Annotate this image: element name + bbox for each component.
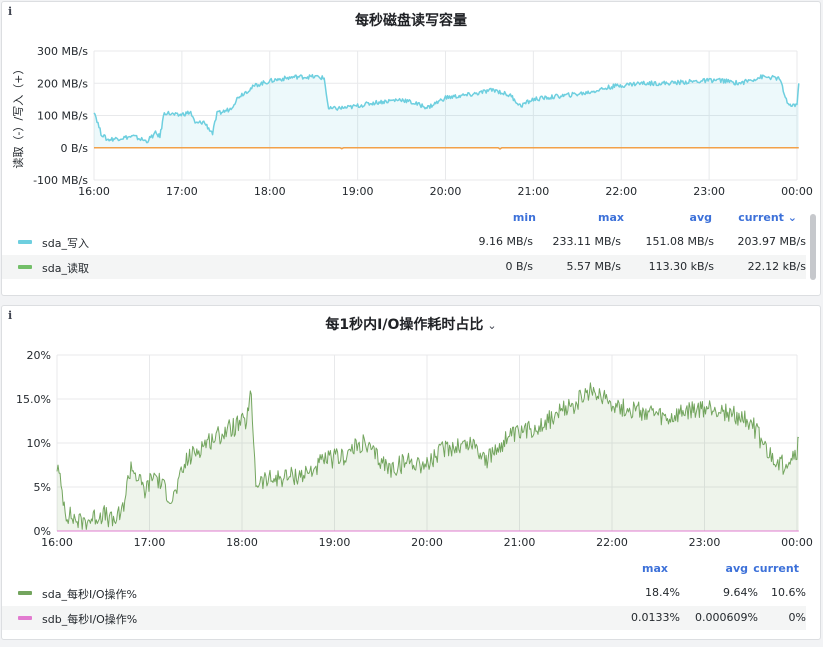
x-tick-label: 21:00 <box>518 185 550 198</box>
legend-header-min[interactable]: min <box>492 211 536 224</box>
disk-throughput-panel: i 每秒磁盘读写容量 300 MB/s 200 MB/s 100 MB/s 0 B/s… <box>1 1 821 296</box>
legend-row[interactable]: sda_写入 9.16 MB/s 233.11 MB/s 151.08 MB/s… <box>2 230 806 254</box>
legend-scrollbar[interactable] <box>810 214 816 280</box>
legend-swatch <box>18 616 32 620</box>
legend-avg: 113.30 kB/s <box>648 260 714 273</box>
x-tick-label: 19:00 <box>319 536 351 549</box>
legend-header-max[interactable]: max <box>562 211 624 224</box>
x-tick-label: 19:00 <box>342 185 374 198</box>
legend-avg: 0.000609% <box>695 611 758 624</box>
legend-avg: 151.08 MB/s <box>645 235 714 248</box>
legend-max: 0.0133% <box>631 611 680 624</box>
legend-series-name[interactable]: sda_写入 <box>42 235 89 251</box>
io-percent-chart[interactable]: 20%15.0%10%5%0%16:00 17:00 18:00 19:00 20:00… <box>2 306 821 556</box>
x-tick-label: 18:00 <box>226 536 258 549</box>
y-tick-label: 200 MB/s <box>37 77 88 90</box>
legend-header-avg[interactable]: avg <box>702 562 748 575</box>
y-tick-label: 20% <box>27 349 51 362</box>
legend-swatch <box>18 591 32 595</box>
y-tick-label: 300 MB/s <box>37 45 88 58</box>
x-tick-label: 00:00 <box>781 536 813 549</box>
y-axis-label: 读取（-）/写入（+） <box>11 64 25 169</box>
legend-series-name[interactable]: sdb_每秒I/O操作% <box>42 611 137 627</box>
legend-current: 22.12 kB/s <box>747 260 806 273</box>
legend-header-avg[interactable]: avg <box>642 211 712 224</box>
legend-min: 0 B/s <box>505 260 533 273</box>
y-tick-label: 0 B/s <box>61 142 89 155</box>
legend-series-name[interactable]: sda_每秒I/O操作% <box>42 586 137 602</box>
y-tick-label: 15.0% <box>16 393 51 406</box>
x-tick-label: 20:00 <box>430 185 462 198</box>
x-tick-label: 00:00 <box>781 185 813 198</box>
io-percent-panel: i 每1秒内I/O操作耗时占比 ⌄ 20% 15.0% 10% 5% 0% 16:00 17:… <box>1 305 821 640</box>
x-tick-label: 16:00 <box>78 185 110 198</box>
legend-header-max[interactable]: max <box>622 562 668 575</box>
legend-max: 18.4% <box>645 586 680 599</box>
legend-row[interactable]: sdb_每秒I/O操作% 0.0133% 0.000609% 0% <box>2 606 806 630</box>
legend-current: 10.6% <box>771 586 806 599</box>
legend-max: 233.11 MB/s <box>552 235 621 248</box>
legend-row[interactable]: sda_读取 0 B/s 5.57 MB/s 113.30 kB/s 22.12… <box>2 255 806 279</box>
x-tick-label: 17:00 <box>166 185 198 198</box>
y-tick-label: 100 MB/s <box>37 110 88 123</box>
legend-current: 203.97 MB/s <box>737 235 806 248</box>
series-area <box>94 74 799 148</box>
legend-swatch <box>18 265 32 269</box>
x-tick-label: 20:00 <box>411 536 443 549</box>
series-area <box>57 382 799 531</box>
legend-max: 5.57 MB/s <box>566 260 621 273</box>
y-tick-label: 5% <box>34 481 51 494</box>
x-tick-label: 21:00 <box>504 536 536 549</box>
throughput-chart[interactable]: 300 MB/s200 MB/s100 MB/s0 B/s-100 MB/s16… <box>2 2 821 202</box>
x-tick-label: 17:00 <box>134 536 166 549</box>
legend-series-name[interactable]: sda_读取 <box>42 260 89 276</box>
x-tick-label: 16:00 <box>41 536 73 549</box>
y-tick-label: 10% <box>27 437 51 450</box>
x-tick-label: 23:00 <box>693 185 725 198</box>
legend-header-current[interactable]: current <box>752 562 799 575</box>
legend-min: 9.16 MB/s <box>478 235 533 248</box>
legend-header-current[interactable]: current ⌄ <box>722 211 797 224</box>
legend-avg: 9.64% <box>723 586 758 599</box>
legend-swatch <box>18 240 32 244</box>
legend-row[interactable]: sda_每秒I/O操作% 18.4% 9.64% 10.6% <box>2 581 806 605</box>
x-tick-label: 22:00 <box>605 185 637 198</box>
series-line[interactable] <box>94 147 799 150</box>
legend-current: 0% <box>788 611 806 624</box>
x-tick-label: 23:00 <box>689 536 721 549</box>
x-tick-label: 22:00 <box>596 536 628 549</box>
x-tick-label: 18:00 <box>254 185 286 198</box>
